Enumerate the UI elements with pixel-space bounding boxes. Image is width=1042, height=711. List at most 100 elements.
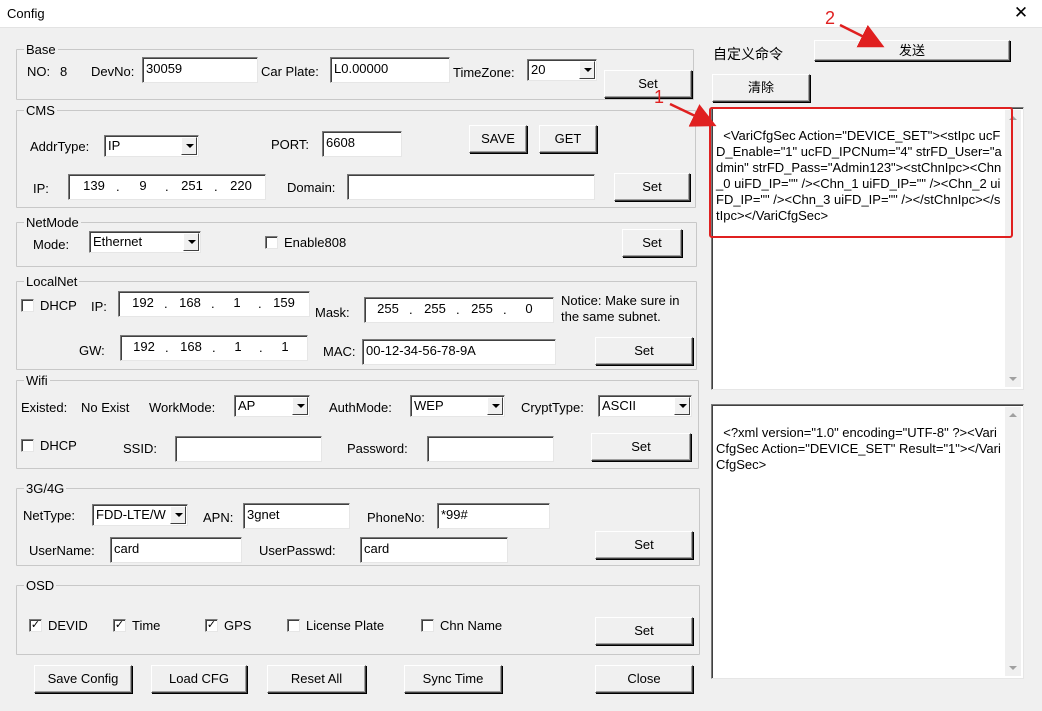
gps-checkbox[interactable]: ✓ — [205, 619, 218, 632]
timezone-value: 20 — [531, 62, 546, 77]
chn-name-label: Chn Name — [440, 618, 503, 633]
apn-input[interactable]: 3gnet — [243, 503, 350, 529]
port-input[interactable]: 6608 — [322, 131, 402, 157]
port-label: PORT: — [271, 137, 310, 152]
annotation-number-2: 2 — [825, 8, 836, 28]
response-textarea[interactable]: <?xml version="1.0" encoding="UTF-8" ?><… — [711, 404, 1024, 679]
window-title: Config — [7, 6, 45, 21]
workmode-label: WorkMode: — [149, 400, 216, 415]
timezone-label: TimeZone: — [453, 65, 515, 80]
ip-dot: . — [258, 296, 262, 311]
cms-legend: CMS — [26, 103, 55, 118]
username-label: UserName: — [29, 543, 95, 558]
cms-set-button[interactable]: Set — [614, 173, 690, 201]
workmode-value: AP — [238, 398, 256, 413]
gw-input[interactable]: 192 . 168 . 1 . 1 — [120, 335, 308, 361]
response-scrollbar[interactable] — [1005, 407, 1021, 676]
cms-save-button[interactable]: SAVE — [469, 125, 527, 153]
ip-octet: 1 — [281, 339, 289, 354]
userpasswd-input[interactable]: card — [360, 537, 508, 563]
chevron-down-icon[interactable] — [292, 397, 308, 415]
scroll-down-icon[interactable] — [1009, 666, 1017, 670]
ip-dot: . — [503, 302, 507, 317]
ip-dot: . — [211, 296, 215, 311]
cms-ip-input[interactable]: 139 . 9 . 251 . 220 — [68, 174, 266, 200]
wifi-dhcp-checkbox[interactable] — [21, 439, 34, 452]
close-button[interactable]: Close — [595, 665, 693, 693]
nettype-select[interactable]: FDD-LTE/W — [92, 504, 188, 526]
scroll-down-icon[interactable] — [1009, 377, 1017, 381]
carplate-input[interactable]: L0.00000 — [330, 57, 450, 83]
timezone-select[interactable]: 20 — [527, 59, 597, 81]
existed-label: Existed: — [21, 400, 68, 415]
chevron-down-icon[interactable] — [487, 397, 503, 415]
netmode-set-button[interactable]: Set — [622, 229, 682, 257]
ip-octet: 139 — [83, 178, 105, 193]
time-checkbox[interactable]: ✓ — [113, 619, 126, 632]
ip-dot: . — [259, 340, 263, 355]
ip-octet: 220 — [230, 178, 252, 193]
phoneno-input[interactable]: *99# — [437, 503, 550, 529]
response-text: <?xml version="1.0" encoding="UTF-8" ?><… — [716, 425, 1001, 472]
scroll-up-icon[interactable] — [1009, 413, 1017, 417]
localnet-dhcp-checkbox[interactable] — [21, 299, 34, 312]
chn-name-checkbox[interactable] — [421, 619, 434, 632]
userpasswd-label: UserPasswd: — [259, 543, 336, 558]
addrtype-select[interactable]: IP — [104, 135, 199, 157]
osd-set-button[interactable]: Set — [595, 617, 693, 645]
ip-octet: 168 — [179, 295, 201, 310]
netmode-legend: NetMode — [26, 215, 79, 230]
enable808-checkbox[interactable] — [265, 236, 278, 249]
mac-input[interactable]: 00-12-34-56-78-9A — [362, 339, 556, 365]
base-set-button[interactable]: Set — [604, 70, 692, 98]
chevron-down-icon[interactable] — [183, 233, 199, 251]
mode-select[interactable]: Ethernet — [89, 231, 201, 253]
devno-input[interactable]: 30059 — [142, 57, 258, 83]
ssid-input[interactable] — [175, 436, 322, 462]
notice-line2: the same subnet. — [561, 309, 661, 324]
chevron-down-icon[interactable] — [181, 137, 197, 155]
wifi-set-button[interactable]: Set — [591, 433, 691, 461]
ip-octet: 255 — [377, 301, 399, 316]
localnet-legend: LocalNet — [26, 274, 78, 289]
load-cfg-button[interactable]: Load CFG — [151, 665, 247, 693]
chevron-down-icon[interactable] — [170, 506, 186, 524]
ip-dot: . — [212, 340, 216, 355]
ssid-label: SSID: — [123, 441, 157, 456]
3g4g-set-button[interactable]: Set — [595, 531, 693, 559]
gps-label: GPS — [224, 618, 252, 633]
workmode-select[interactable]: AP — [234, 395, 310, 417]
license-plate-checkbox[interactable] — [287, 619, 300, 632]
devid-label: DEVID — [48, 618, 88, 633]
reset-all-button[interactable]: Reset All — [267, 665, 366, 693]
chevron-down-icon[interactable] — [674, 397, 690, 415]
addrtype-value: IP — [108, 138, 121, 153]
nettype-value: FDD-LTE/W — [96, 507, 166, 522]
crypttype-select[interactable]: ASCII — [598, 395, 692, 417]
mask-input[interactable]: 255 . 255 . 255 . 0 — [364, 297, 554, 323]
localnet-ip-input[interactable]: 192 . 168 . 1 . 159 — [118, 291, 310, 317]
cms-get-button[interactable]: GET — [539, 125, 597, 153]
authmode-select[interactable]: WEP — [410, 395, 505, 417]
apn-label: APN: — [203, 510, 234, 525]
ip-dot: . — [164, 296, 168, 311]
ip-dot: . — [116, 179, 120, 194]
localnet-ip-label: IP: — [91, 299, 107, 314]
wifi-legend: Wifi — [26, 373, 48, 388]
sync-time-button[interactable]: Sync Time — [404, 665, 502, 693]
chevron-down-icon[interactable] — [579, 61, 595, 79]
annotation-number-1: 1 — [654, 87, 665, 107]
ip-octet: 9 — [139, 178, 147, 193]
username-input[interactable]: card — [110, 537, 242, 563]
devid-checkbox[interactable]: ✓ — [29, 619, 42, 632]
enable808-label: Enable808 — [284, 235, 347, 250]
ip-octet: 1 — [233, 295, 241, 310]
domain-input[interactable] — [347, 174, 595, 200]
cms-ip-label: IP: — [33, 181, 49, 196]
wifi-password-input[interactable] — [427, 436, 554, 462]
close-icon[interactable]: ✕ — [1010, 3, 1032, 25]
send-button[interactable]: 发送 — [814, 40, 1010, 61]
clear-button[interactable]: 清除 — [712, 74, 810, 102]
localnet-set-button[interactable]: Set — [595, 337, 693, 365]
save-config-button[interactable]: Save Config — [34, 665, 132, 693]
